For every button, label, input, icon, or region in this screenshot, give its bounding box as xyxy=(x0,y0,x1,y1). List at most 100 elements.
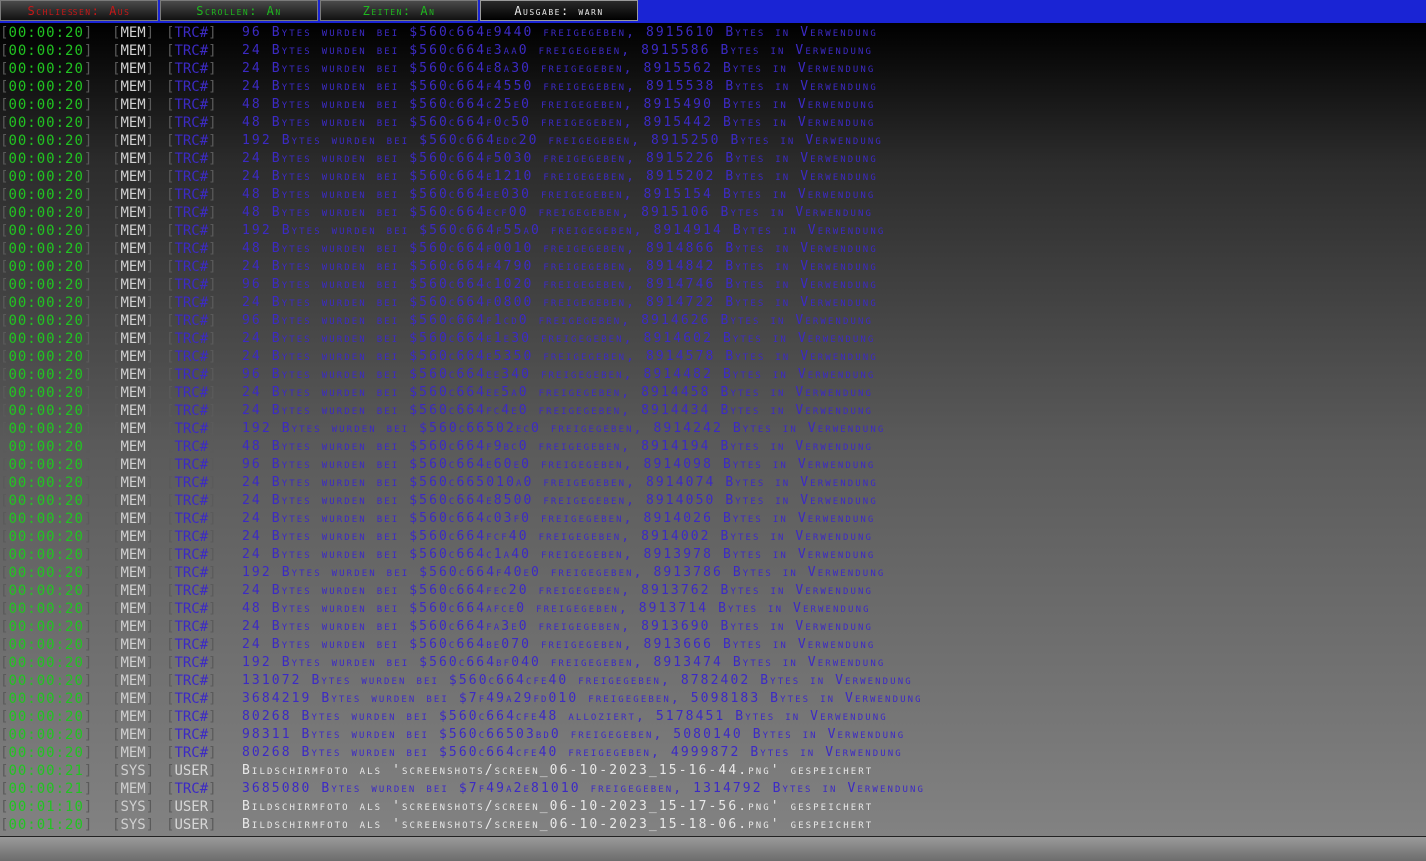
log-message: 24 Bytes wurden bei $560c664ee5a0 freige… xyxy=(242,385,874,400)
log-row: [00:00:20] [MEM] [TRC#] 48 Bytes wurden bei… xyxy=(0,204,1426,222)
log-row: [00:00:20] [MEM] [TRC#] 24 Bytes wurden bei… xyxy=(0,636,1426,654)
log-message: 24 Bytes wurden bei $560c664c1a40 freige… xyxy=(242,547,876,562)
log-timestamp: [00:00:20] xyxy=(0,673,93,689)
log-timestamp: [00:00:21] xyxy=(0,763,93,779)
log-message: 24 Bytes wurden bei $560c664f4550 freige… xyxy=(242,79,878,94)
log-timestamp: [00:00:20] xyxy=(0,79,93,95)
log-timestamp: [00:00:20] xyxy=(0,439,93,455)
tab-times-toggle[interactable]: Zeiten: An xyxy=(320,0,478,21)
log-level: [TRC#] xyxy=(166,367,217,383)
log-source: [MEM] xyxy=(112,385,155,401)
log-level: [TRC#] xyxy=(166,259,217,275)
log-source: [MEM] xyxy=(112,547,155,563)
log-timestamp: [00:00:20] xyxy=(0,367,93,383)
log-message: 192 Bytes wurden bei $560c664f40e0 freig… xyxy=(242,565,886,580)
log-source: [MEM] xyxy=(112,637,155,653)
log-level: [TRC#] xyxy=(166,403,217,419)
log-row: [00:00:20] [MEM] [TRC#] 98311 Bytes wurden … xyxy=(0,726,1426,744)
log-message: 24 Bytes wurden bei $560c664fcf40 freige… xyxy=(242,529,874,544)
log-row: [00:00:21] [MEM] [TRC#] 3685080 Bytes wurde… xyxy=(0,780,1426,798)
log-message: Bildschirmfoto als 'screenshots/screen_0… xyxy=(242,763,874,778)
log-timestamp: [00:00:20] xyxy=(0,385,93,401)
log-message: Bildschirmfoto als 'screenshots/screen_0… xyxy=(242,817,874,832)
log-row: [00:00:20] [MEM] [TRC#] 24 Bytes wurden bei… xyxy=(0,348,1426,366)
log-source: [MEM] xyxy=(112,709,155,725)
log-level: [TRC#] xyxy=(166,205,217,221)
log-message: 48 Bytes wurden bei $560c664ecf00 freige… xyxy=(242,205,874,220)
log-row: [00:00:20] [MEM] [TRC#] 48 Bytes wurden bei… xyxy=(0,438,1426,456)
log-source: [MEM] xyxy=(112,619,155,635)
log-level: [TRC#] xyxy=(166,655,217,671)
log-level: [TRC#] xyxy=(166,691,217,707)
tab-output-level[interactable]: Ausgabe: warn xyxy=(480,0,638,21)
log-level: [TRC#] xyxy=(166,547,217,563)
log-source: [MEM] xyxy=(112,151,155,167)
log-timestamp: [00:00:20] xyxy=(0,619,93,635)
log-message: 96 Bytes wurden bei $560c664e60e0 freige… xyxy=(242,457,876,472)
log-timestamp: [00:00:20] xyxy=(0,187,93,203)
log-source: [MEM] xyxy=(112,565,155,581)
log-level: [TRC#] xyxy=(166,493,217,509)
log-console[interactable]: [00:00:20] [MEM] [TRC#] 96 Bytes wurden bei… xyxy=(0,24,1426,836)
log-row: [00:00:20] [MEM] [TRC#] 24 Bytes wurden bei… xyxy=(0,618,1426,636)
log-message: 48 Bytes wurden bei $560c664f0c50 freige… xyxy=(242,115,876,130)
log-level: [TRC#] xyxy=(166,565,217,581)
log-row: [00:00:20] [MEM] [TRC#] 192 Bytes wurden be… xyxy=(0,564,1426,582)
log-timestamp: [00:00:20] xyxy=(0,259,93,275)
log-row: [00:00:20] [MEM] [TRC#] 48 Bytes wurden bei… xyxy=(0,186,1426,204)
log-row: [00:00:20] [MEM] [TRC#] 3684219 Bytes wurde… xyxy=(0,690,1426,708)
tab-scroll-toggle[interactable]: Scrollen: An xyxy=(160,0,318,21)
log-level: [TRC#] xyxy=(166,475,217,491)
log-source: [MEM] xyxy=(112,97,155,113)
log-level: [TRC#] xyxy=(166,511,217,527)
log-message: 3684219 Bytes wurden bei $7f49a29fd010 f… xyxy=(242,691,923,706)
log-source: [MEM] xyxy=(112,673,155,689)
log-row: [00:00:20] [MEM] [TRC#] 96 Bytes wurden bei… xyxy=(0,24,1426,42)
log-row: [00:00:20] [MEM] [TRC#] 24 Bytes wurden bei… xyxy=(0,168,1426,186)
log-level: [TRC#] xyxy=(166,421,217,437)
log-message: Bildschirmfoto als 'screenshots/screen_0… xyxy=(242,799,874,814)
log-source: [MEM] xyxy=(112,727,155,743)
log-timestamp: [00:00:20] xyxy=(0,637,93,653)
log-message: 96 Bytes wurden bei $560c664e9440 freige… xyxy=(242,25,878,40)
log-row: [00:00:20] [MEM] [TRC#] 96 Bytes wurden bei… xyxy=(0,312,1426,330)
log-timestamp: [00:00:20] xyxy=(0,691,93,707)
log-message: 96 Bytes wurden bei $560c664c1020 freige… xyxy=(242,277,878,292)
log-level: [TRC#] xyxy=(166,223,217,239)
log-row: [00:00:20] [MEM] [TRC#] 24 Bytes wurden bei… xyxy=(0,528,1426,546)
log-level: [TRC#] xyxy=(166,637,217,653)
log-level: [TRC#] xyxy=(166,385,217,401)
log-message: 24 Bytes wurden bei $560c664e8a30 freige… xyxy=(242,61,876,76)
log-level: [TRC#] xyxy=(166,331,217,347)
log-row: [00:00:20] [MEM] [TRC#] 131072 Bytes wurden… xyxy=(0,672,1426,690)
log-timestamp: [00:00:20] xyxy=(0,349,93,365)
log-source: [MEM] xyxy=(112,367,155,383)
log-message: 24 Bytes wurden bei $560c664fc4e0 freige… xyxy=(242,403,874,418)
log-message: 24 Bytes wurden bei $560c664fec20 freige… xyxy=(242,583,874,598)
log-timestamp: [00:00:20] xyxy=(0,709,93,725)
log-timestamp: [00:00:20] xyxy=(0,313,93,329)
log-source: [MEM] xyxy=(112,259,155,275)
log-message: 24 Bytes wurden bei $560c664e1e30 freige… xyxy=(242,331,876,346)
log-level: [TRC#] xyxy=(166,529,217,545)
log-source: [MEM] xyxy=(112,655,155,671)
log-level: [TRC#] xyxy=(166,277,217,293)
log-timestamp: [00:00:20] xyxy=(0,511,93,527)
tab-close-toggle[interactable]: Schließen: Aus xyxy=(0,0,158,21)
log-message: 24 Bytes wurden bei $560c664c03f0 freige… xyxy=(242,511,876,526)
log-message: 24 Bytes wurden bei $560c664be070 freige… xyxy=(242,637,876,652)
log-message: 48 Bytes wurden bei $560c664afce0 freige… xyxy=(242,601,871,616)
log-level: [TRC#] xyxy=(166,61,217,77)
log-row: [00:00:20] [MEM] [TRC#] 96 Bytes wurden bei… xyxy=(0,456,1426,474)
log-source: [MEM] xyxy=(112,241,155,257)
log-row: [00:01:20] [SYS] [USER] Bildschirmfoto als … xyxy=(0,816,1426,834)
log-message: 192 Bytes wurden bei $560c664edc20 freig… xyxy=(242,133,883,148)
log-level: [TRC#] xyxy=(166,439,217,455)
log-timestamp: [00:00:20] xyxy=(0,529,93,545)
log-source: [MEM] xyxy=(112,583,155,599)
log-row: [00:00:20] [MEM] [TRC#] 80268 Bytes wurden … xyxy=(0,708,1426,726)
log-source: [MEM] xyxy=(112,61,155,77)
status-bar xyxy=(0,836,1426,861)
log-timestamp: [00:00:20] xyxy=(0,727,93,743)
log-source: [MEM] xyxy=(112,187,155,203)
